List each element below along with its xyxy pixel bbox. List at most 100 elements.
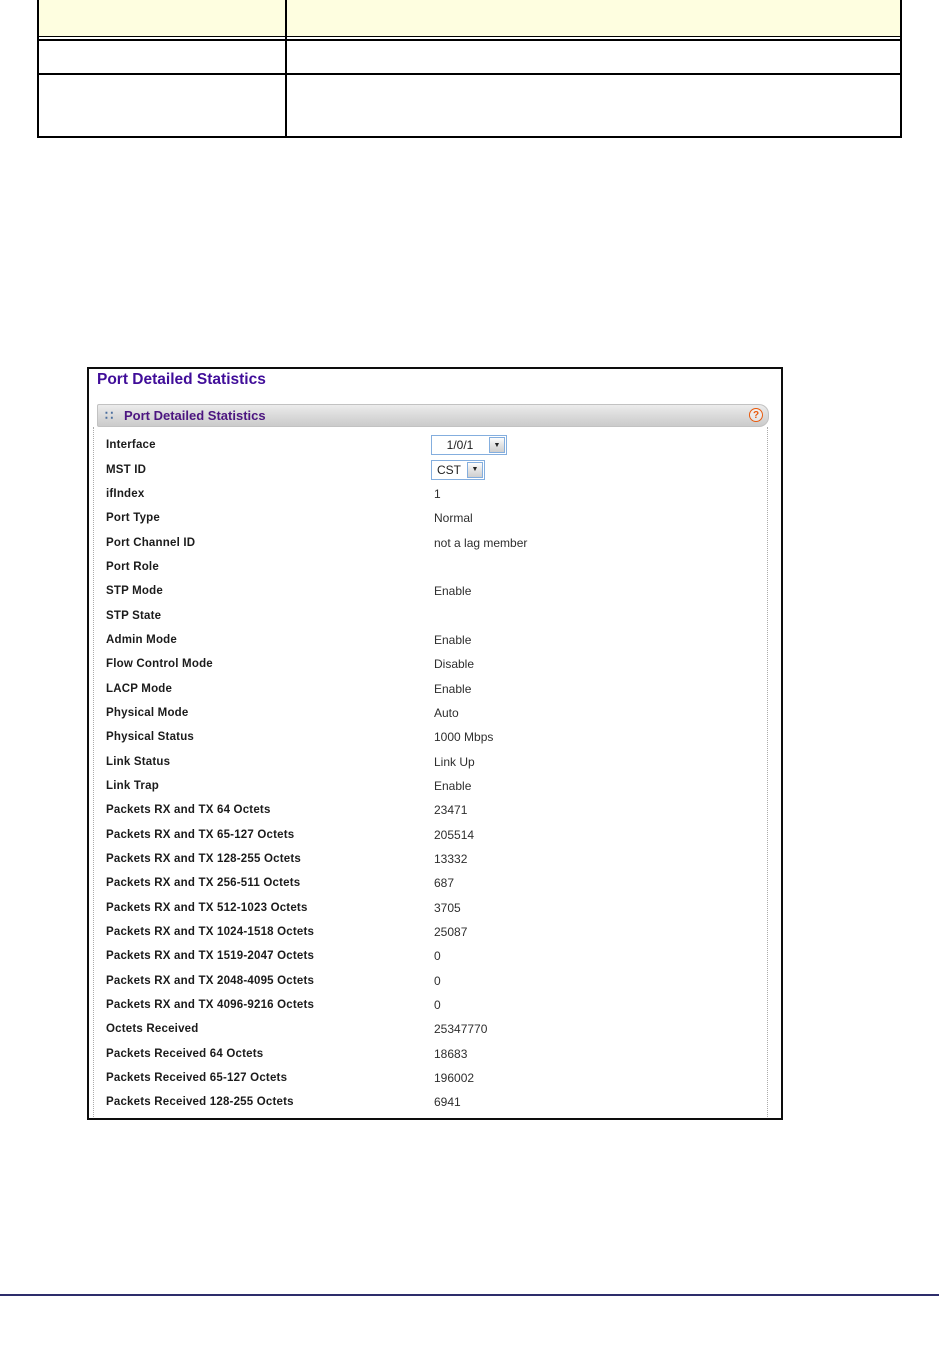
field-label: Packets Received 65-127 Octets: [106, 1072, 288, 1085]
field-row: Physical Mode Auto: [94, 701, 767, 725]
field-row: STP Mode Enable: [94, 579, 767, 603]
field-label: Flow Control Mode: [106, 658, 213, 671]
field-label: Packets RX and TX 1024-1518 Octets: [106, 926, 315, 939]
field-row: Packets RX and TX 4096-9216 Octets 0: [94, 993, 767, 1017]
field-value: 196002: [434, 1071, 475, 1086]
drag-handle-icon[interactable]: ∷: [105, 405, 113, 426]
field-row: Packets Received 65-127 Octets 196002: [94, 1066, 767, 1090]
field-label: LACP Mode: [106, 682, 173, 695]
field-value: Enable: [434, 778, 472, 793]
field-label: Packets RX and TX 256-511 Octets: [106, 877, 301, 890]
field-label: STP Mode: [106, 585, 163, 598]
chevron-down-icon[interactable]: ▼: [467, 461, 483, 478]
field-label: Packets RX and TX 64 Octets: [106, 804, 271, 817]
field-label: Packets RX and TX 512-1023 Octets: [106, 901, 308, 914]
field-label: Packets RX and TX 4096-9216 Octets: [106, 999, 315, 1012]
field-label: Packets RX and TX 2048-4095 Octets: [106, 974, 315, 987]
field-label: Port Type: [106, 512, 160, 525]
field-value-cell: Enable: [434, 633, 471, 647]
field-value-cell: 18683: [434, 1047, 467, 1061]
field-row: Link Trap Enable: [94, 774, 767, 798]
field-value: 6941: [434, 1095, 461, 1110]
field-label: Link Trap: [106, 779, 159, 792]
field-value: 687: [434, 876, 455, 891]
field-value: 25087: [434, 925, 468, 940]
field-value-cell: Normal: [434, 511, 473, 525]
help-icon[interactable]: ?: [749, 408, 763, 422]
panel-body: Interface 1/0/1 ▼ MST ID CST ▼ ifIndex 1 P…: [93, 427, 768, 1117]
field-value-cell: 1000 Mbps: [434, 730, 493, 744]
field-row: MST ID CST ▼: [94, 457, 767, 481]
field-value-cell: 1: [434, 487, 441, 501]
field-value-cell: 205514: [434, 828, 474, 842]
document-table-header-cell: [39, 0, 287, 36]
field-row: Port Role: [94, 555, 767, 579]
mst-id-select-value: CST: [437, 462, 461, 477]
field-value: not a lag member: [434, 535, 528, 550]
field-row: Packets Received 128-255 Octets 6941: [94, 1090, 767, 1114]
document-table-header-row: [39, 0, 900, 37]
table-cell: [287, 75, 900, 136]
field-value-cell: Enable: [434, 584, 471, 598]
field-label: Packets RX and TX 1519-2047 Octets: [106, 950, 315, 963]
field-value-cell: 25347770: [434, 1022, 487, 1036]
chevron-down-icon[interactable]: ▼: [489, 437, 505, 454]
field-value-cell: 0: [434, 949, 441, 963]
field-value: 1000 Mbps: [434, 730, 494, 745]
field-label: Admin Mode: [106, 633, 177, 646]
interface-select[interactable]: 1/0/1 ▼: [431, 435, 507, 456]
field-value: 0: [434, 998, 441, 1013]
field-row: Packets RX and TX 2048-4095 Octets 0: [94, 969, 767, 993]
field-row: Packets RX and TX 512-1023 Octets 3705: [94, 896, 767, 920]
field-label: MST ID: [106, 463, 147, 476]
document-table-header-cell: [287, 0, 900, 36]
field-label: Packets RX and TX 128-255 Octets: [106, 853, 301, 866]
field-value: 23471: [434, 803, 468, 818]
document-table: [37, 0, 902, 138]
field-value-cell: 6941: [434, 1095, 461, 1109]
field-label: Physical Status: [106, 731, 195, 744]
panel-header[interactable]: ∷ Port Detailed Statistics ?: [97, 404, 769, 427]
field-row: Octets Received 25347770: [94, 1017, 767, 1041]
field-label: STP State: [106, 609, 162, 622]
field-value-cell: not a lag member: [434, 536, 527, 550]
field-row: Port Type Normal: [94, 506, 767, 530]
field-value-cell: 0: [434, 974, 441, 988]
field-value: 0: [434, 949, 441, 964]
page-title: Port Detailed Statistics: [97, 371, 266, 388]
field-value-cell: 1/0/1 ▼: [431, 435, 507, 456]
field-row: Interface 1/0/1 ▼: [94, 433, 767, 457]
field-label: ifIndex: [106, 487, 145, 500]
table-cell: [39, 75, 287, 136]
field-row: Port Channel ID not a lag member: [94, 530, 767, 554]
field-value: Enable: [434, 584, 472, 599]
field-value-cell: Enable: [434, 682, 471, 696]
field-value: 1: [434, 486, 441, 501]
page-footer-rule: [0, 1294, 939, 1296]
interface-select-value: 1/0/1: [446, 438, 474, 453]
field-label: Port Role: [106, 560, 159, 573]
field-value-cell: 3705: [434, 901, 461, 915]
table-row: [39, 41, 900, 75]
field-value-cell: Disable: [434, 657, 474, 671]
field-value: 13332: [434, 852, 468, 867]
field-value-cell: 25087: [434, 925, 467, 939]
field-value: Enable: [434, 632, 472, 647]
field-row: LACP Mode Enable: [94, 676, 767, 700]
field-value: 205514: [434, 827, 475, 842]
field-label: Interface: [106, 439, 156, 452]
field-value-cell: 13332: [434, 852, 467, 866]
field-row: Admin Mode Enable: [94, 628, 767, 652]
field-value-cell: CST ▼: [431, 459, 485, 480]
field-value-cell: Enable: [434, 779, 471, 793]
mst-id-select[interactable]: CST ▼: [431, 459, 485, 480]
field-row: Packets RX and TX 1024-1518 Octets 25087: [94, 920, 767, 944]
field-value-cell: Link Up: [434, 755, 475, 769]
field-row: Packets RX and TX 64 Octets 23471: [94, 798, 767, 822]
field-row: Flow Control Mode Disable: [94, 652, 767, 676]
field-row: Link Status Link Up: [94, 749, 767, 773]
field-label: Port Channel ID: [106, 536, 196, 549]
field-value-cell: 23471: [434, 803, 467, 817]
field-label: Link Status: [106, 755, 171, 768]
field-row: STP State: [94, 603, 767, 627]
